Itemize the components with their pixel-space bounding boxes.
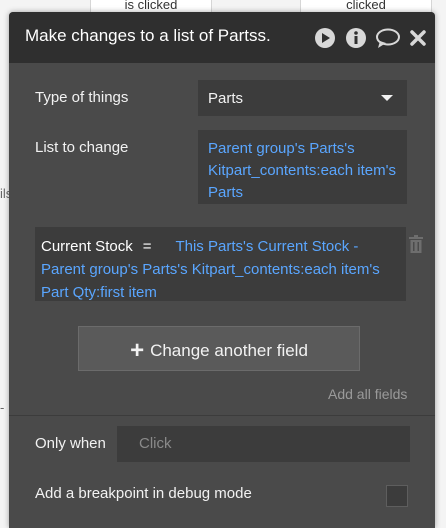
only-when-input[interactable]: Click bbox=[117, 426, 410, 462]
field-change-row[interactable]: Current Stock = This Parts's Current Stock… bbox=[35, 227, 406, 301]
list-to-change-expression[interactable]: Parent group's Parts's Kitpart_contents:… bbox=[198, 130, 407, 204]
add-all-fields-link[interactable]: Add all fields bbox=[328, 386, 407, 402]
field-operator: = bbox=[142, 238, 152, 255]
breakpoint-label: Add a breakpoint in debug mode bbox=[35, 485, 252, 502]
panel-titlebar: Make changes to a list of Partss. bbox=[9, 12, 435, 63]
comment-icon[interactable] bbox=[375, 27, 401, 49]
field-name: Current Stock bbox=[41, 238, 133, 255]
change-another-field-label: Change another field bbox=[150, 341, 308, 360]
action-properties-panel: Make changes to a list of Partss. Type o… bbox=[9, 12, 435, 528]
close-icon[interactable] bbox=[409, 27, 427, 49]
type-of-things-select[interactable]: Parts bbox=[198, 80, 407, 116]
type-of-things-value: Parts bbox=[208, 90, 244, 107]
breakpoint-checkbox[interactable] bbox=[386, 485, 408, 507]
play-icon[interactable] bbox=[314, 27, 336, 49]
list-to-change-label: List to change bbox=[35, 139, 129, 156]
only-when-label: Only when bbox=[35, 435, 106, 452]
chevron-down-icon bbox=[381, 95, 393, 101]
background-edge-text: - bbox=[0, 400, 5, 415]
type-of-things-label: Type of things bbox=[35, 89, 129, 106]
trash-icon[interactable] bbox=[408, 235, 424, 253]
plus-icon: + bbox=[130, 337, 145, 364]
info-icon[interactable] bbox=[345, 27, 367, 49]
change-another-field-button[interactable]: + Change another field bbox=[78, 326, 360, 371]
section-divider bbox=[9, 415, 435, 416]
panel-title: Make changes to a list of Partss. bbox=[25, 26, 271, 45]
